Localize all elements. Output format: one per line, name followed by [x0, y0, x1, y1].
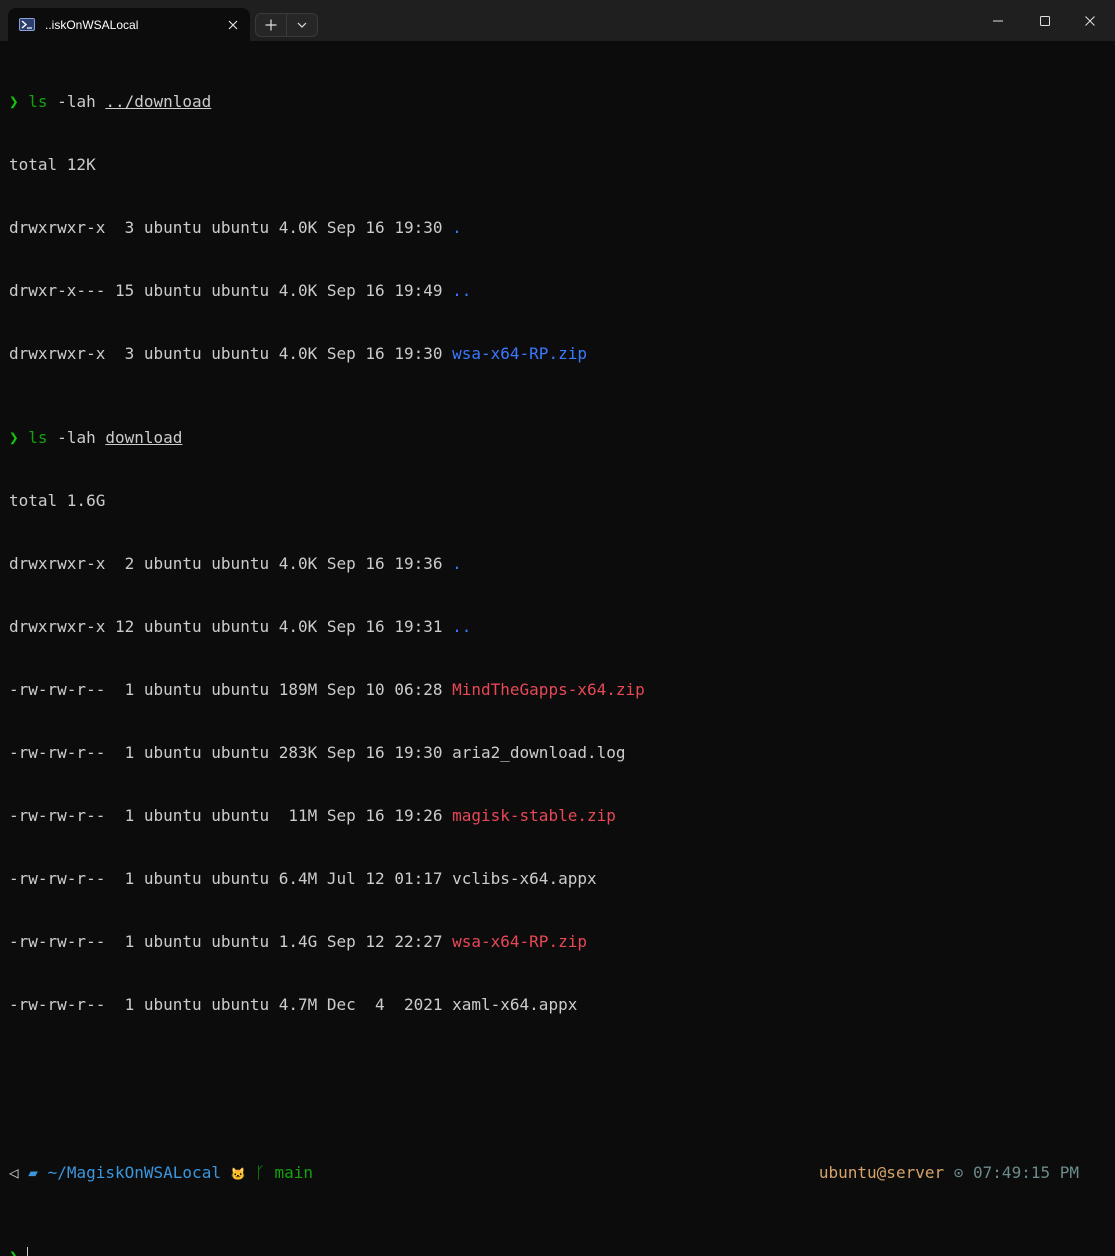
file-meta: -rw-rw-r-- 1 ubuntu ubuntu 6.4M Jul 12 0…	[9, 869, 453, 888]
user-host: ubuntu@server	[818, 1163, 945, 1182]
file-name: ..	[452, 617, 472, 636]
file-meta: -rw-rw-r-- 1 ubuntu ubuntu 4.7M Dec 4 20…	[9, 995, 453, 1014]
file-meta: -rw-rw-r-- 1 ubuntu ubuntu 283K Sep 16 1…	[9, 743, 453, 762]
tab-actions	[255, 13, 318, 37]
tab-dropdown-button[interactable]	[287, 14, 317, 36]
prompt-symbol: ❯	[9, 92, 19, 111]
chevron-down-icon	[297, 22, 307, 28]
terminal-window: ..iskOnWSALocal ❯ ls -lah ../download to…	[0, 0, 1115, 1256]
list-item: drwxrwxr-x 3 ubuntu ubuntu 4.0K Sep 16 1…	[9, 343, 1115, 364]
os-icon: ◁	[9, 1163, 19, 1182]
minimize-button[interactable]	[975, 0, 1021, 41]
list-item: -rw-rw-r-- 1 ubuntu ubuntu 4.7M Dec 4 20…	[9, 994, 1115, 1015]
output-total: total 12K	[9, 155, 96, 174]
clock-icon: ⊙	[953, 1163, 964, 1182]
file-name: wsa-x64-RP.zip	[452, 344, 587, 363]
file-name: .	[452, 218, 462, 237]
prompt-symbol: ❯	[9, 1247, 19, 1256]
list-item: drwxrwxr-x 3 ubuntu ubuntu 4.0K Sep 16 1…	[9, 217, 1115, 238]
list-item: -rw-rw-r-- 1 ubuntu ubuntu 283K Sep 16 1…	[9, 742, 1115, 763]
title-bar: ..iskOnWSALocal	[0, 0, 1115, 41]
file-name: MindTheGapps-x64.zip	[452, 680, 645, 699]
maximize-button[interactable]	[1022, 0, 1068, 41]
file-name: .	[452, 554, 462, 573]
file-name: vclibs-x64.appx	[452, 869, 597, 888]
command-args: -lah	[47, 428, 106, 447]
output-total: total 1.6G	[9, 491, 106, 510]
file-name: aria2_download.log	[452, 743, 626, 762]
window-close-button[interactable]	[1067, 0, 1113, 41]
list-item: -rw-rw-r-- 1 ubuntu ubuntu 189M Sep 10 0…	[9, 679, 1115, 700]
file-name: xaml-x64.appx	[452, 995, 578, 1014]
command-line: ❯ ls -lah download	[9, 427, 1115, 448]
command-line: ❯ ls -lah ../download	[9, 91, 1115, 112]
list-item: -rw-rw-r-- 1 ubuntu ubuntu 11M Sep 16 19…	[9, 805, 1115, 826]
folder-icon: ▰	[28, 1163, 38, 1182]
git-branch-icon: ᚴ	[255, 1163, 265, 1182]
prompt-status-line: ◁ ▰ ~/MagiskOnWSALocal 🐱 ᚴ main ubuntu@se…	[9, 1162, 1115, 1183]
file-meta: drwxrwxr-x 12 ubuntu ubuntu 4.0K Sep 16 …	[9, 617, 453, 636]
text-cursor	[26, 1247, 28, 1256]
tab-active[interactable]: ..iskOnWSALocal	[8, 8, 250, 41]
active-prompt-line[interactable]: ❯	[9, 1246, 1115, 1256]
command-path: ../download	[105, 92, 212, 111]
tab-title: ..iskOnWSALocal	[45, 17, 139, 32]
file-name: wsa-x64-RP.zip	[452, 932, 587, 951]
github-icon: 🐱	[230, 1167, 246, 1181]
command-name: ls	[28, 92, 48, 111]
new-tab-button[interactable]	[256, 14, 287, 36]
right-status: ubuntu@server ⊙ 07:49:15 PM	[819, 1162, 1079, 1183]
list-item: drwxrwxr-x 2 ubuntu ubuntu 4.0K Sep 16 1…	[9, 553, 1115, 574]
command-name: ls	[28, 428, 48, 447]
close-icon[interactable]	[224, 16, 242, 34]
git-branch: main	[274, 1163, 313, 1182]
terminal-output[interactable]: ❯ ls -lah ../download total 12K drwxrwxr…	[9, 49, 1115, 1256]
command-args: -lah	[47, 92, 106, 111]
file-meta: drwxr-x--- 15 ubuntu ubuntu 4.0K Sep 16 …	[9, 281, 453, 300]
command-path: download	[105, 428, 183, 447]
maximize-icon	[1040, 15, 1050, 26]
window-close-icon	[1085, 15, 1095, 26]
file-meta: drwxrwxr-x 2 ubuntu ubuntu 4.0K Sep 16 1…	[9, 554, 453, 573]
current-directory: ~/MagiskOnWSALocal	[47, 1163, 221, 1182]
list-item: -rw-rw-r-- 1 ubuntu ubuntu 1.4G Sep 12 2…	[9, 931, 1115, 952]
file-meta: drwxrwxr-x 3 ubuntu ubuntu 4.0K Sep 16 1…	[9, 218, 453, 237]
file-name: magisk-stable.zip	[452, 806, 616, 825]
list-item: -rw-rw-r-- 1 ubuntu ubuntu 6.4M Jul 12 0…	[9, 868, 1115, 889]
powershell-icon	[19, 18, 35, 31]
plus-icon	[265, 19, 277, 31]
file-meta: -rw-rw-r-- 1 ubuntu ubuntu 11M Sep 16 19…	[9, 806, 453, 825]
clock-time: 07:49:15 PM	[973, 1163, 1079, 1182]
list-item: drwxrwxr-x 12 ubuntu ubuntu 4.0K Sep 16 …	[9, 616, 1115, 637]
list-item: drwxr-x--- 15 ubuntu ubuntu 4.0K Sep 16 …	[9, 280, 1115, 301]
file-meta: -rw-rw-r-- 1 ubuntu ubuntu 1.4G Sep 12 2…	[9, 932, 453, 951]
file-name: ..	[452, 281, 472, 300]
file-meta: drwxrwxr-x 3 ubuntu ubuntu 4.0K Sep 16 1…	[9, 344, 453, 363]
prompt-symbol: ❯	[9, 428, 19, 447]
minimize-icon	[993, 20, 1003, 21]
file-meta: -rw-rw-r-- 1 ubuntu ubuntu 189M Sep 10 0…	[9, 680, 453, 699]
